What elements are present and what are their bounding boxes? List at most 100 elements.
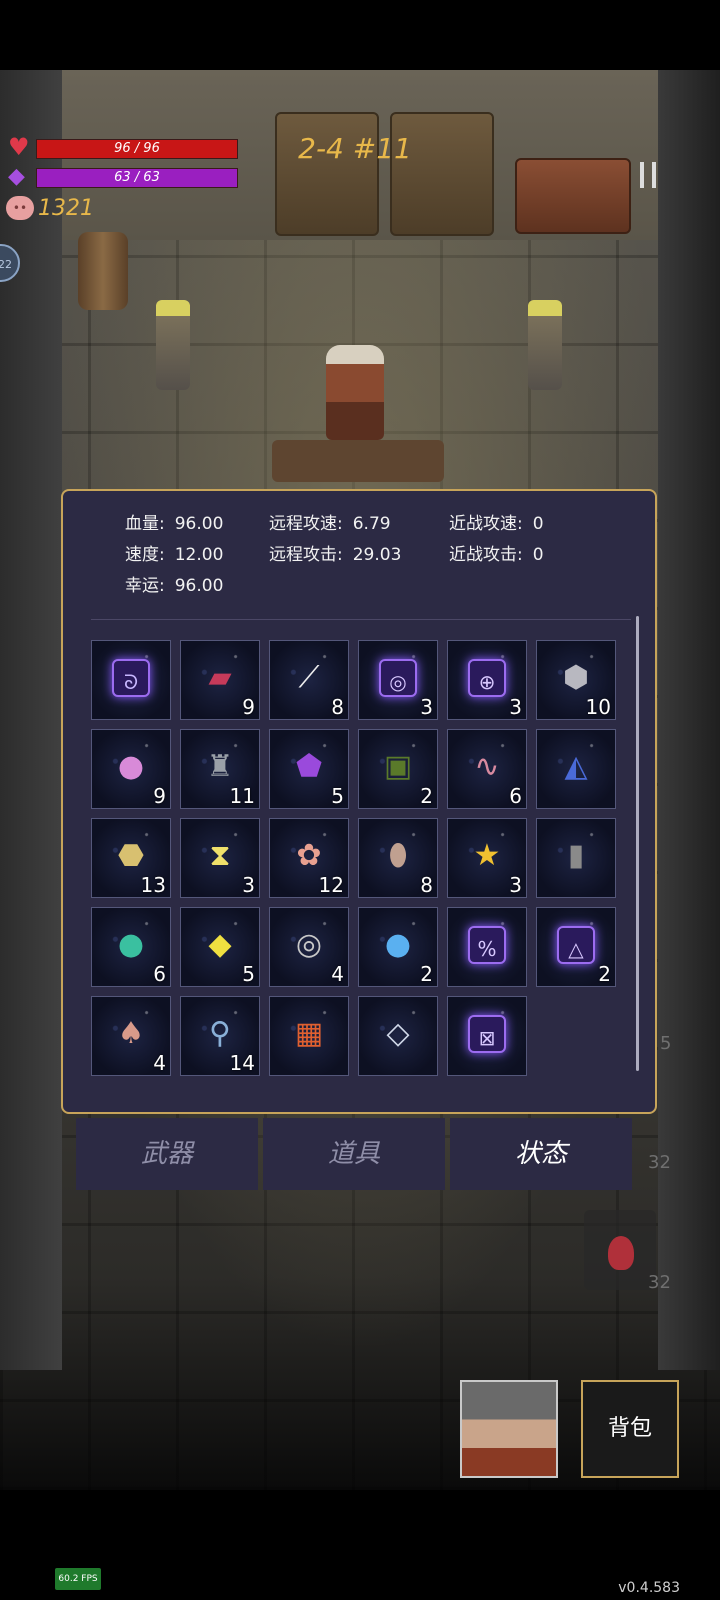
item-count: 4 bbox=[153, 1051, 166, 1075]
inventory-slot[interactable]: ✿ 12 bbox=[269, 818, 349, 898]
rune-spiral-icon: ◎ bbox=[379, 659, 417, 698]
stat-melee-speed: 近战攻速: 0 bbox=[449, 514, 544, 534]
inventory-slot[interactable]: ᘐ bbox=[91, 640, 171, 720]
inventory-slot[interactable]: ◇ bbox=[358, 996, 438, 1076]
purple-shell-icon: ⬟ bbox=[295, 749, 323, 785]
item-count: 13 bbox=[140, 873, 166, 897]
treasure-chest[interactable] bbox=[515, 158, 631, 234]
hp-bar: 96 / 96 bbox=[36, 139, 238, 159]
fps-counter: 60.2 FPS bbox=[55, 1568, 101, 1590]
silver-rings-icon: ◎ bbox=[295, 927, 323, 963]
rune-cross-icon: ⊕ bbox=[468, 659, 506, 698]
bag-button[interactable]: 背包 bbox=[581, 1380, 679, 1478]
inventory-slot[interactable]: ♜ 11 bbox=[180, 729, 260, 809]
fire-book-icon: ▦ bbox=[294, 1016, 324, 1052]
item-count: 8 bbox=[331, 695, 344, 719]
stat-ranged-attack: 远程攻击: 29.03 bbox=[269, 545, 402, 565]
rainbow-orb-icon: ● bbox=[117, 927, 145, 963]
item-count: 3 bbox=[509, 873, 522, 897]
inventory-slot[interactable]: ◎ 3 bbox=[358, 640, 438, 720]
tab-items[interactable]: 道具 bbox=[263, 1118, 445, 1190]
stat-ranged-speed: 远程攻速: 6.79 bbox=[269, 514, 391, 534]
stat-melee-attack: 近战攻击: 0 bbox=[449, 545, 544, 565]
blue-orb-icon: ● bbox=[384, 927, 412, 963]
stat-luck: 幸运: 96.00 bbox=[125, 576, 224, 596]
blue-spellbook-icon: ◭ bbox=[564, 749, 588, 785]
potion-slot[interactable] bbox=[584, 1210, 656, 1290]
bookshelf-right bbox=[390, 112, 494, 236]
mana-gem-icon: ◆ bbox=[8, 164, 25, 189]
version-label: v0.4.583 bbox=[618, 1580, 680, 1596]
shop-table bbox=[272, 440, 444, 482]
tab-weapons[interactable]: 武器 bbox=[76, 1118, 258, 1190]
diamond-box-icon: ◇ bbox=[386, 1016, 410, 1052]
status-panel: 血量: 96.00 速度: 12.00 幸运: 96.00 远程攻速: 6.79 远程攻… bbox=[61, 489, 657, 1114]
background-counter: 5 bbox=[660, 1033, 672, 1054]
item-count: 9 bbox=[153, 784, 166, 808]
item-count: 12 bbox=[318, 873, 344, 897]
item-count: 11 bbox=[229, 784, 255, 808]
scrollbar[interactable] bbox=[636, 616, 639, 1071]
level-indicator: 2-4 #11 bbox=[298, 132, 412, 165]
item-count: 9 bbox=[242, 695, 255, 719]
rune-x-icon: ⊠ bbox=[468, 1015, 506, 1054]
item-count: 6 bbox=[509, 784, 522, 808]
item-count: 14 bbox=[229, 1051, 255, 1075]
worm-icon: ∿ bbox=[474, 749, 500, 785]
inventory-slot[interactable]: ● 2 bbox=[358, 907, 438, 987]
inventory-slot[interactable]: ▣ 2 bbox=[358, 729, 438, 809]
inventory-slot[interactable]: ⬢ 10 bbox=[536, 640, 616, 720]
feather-icon: ⟋ bbox=[298, 660, 320, 696]
coin-count: 1321 bbox=[38, 196, 94, 221]
mushroom-icon: ♠ bbox=[117, 1016, 145, 1052]
inventory-slot[interactable]: ⚲ 14 bbox=[180, 996, 260, 1076]
heart-icon: ♥ bbox=[8, 133, 30, 161]
divider bbox=[91, 619, 631, 620]
inventory-slot[interactable]: ◭ bbox=[536, 729, 616, 809]
inventory-slot[interactable]: % bbox=[447, 907, 527, 987]
inventory-slot[interactable]: ● 9 bbox=[91, 729, 171, 809]
rune-percent-icon: % bbox=[468, 926, 506, 965]
torch-left bbox=[156, 300, 190, 390]
barrel bbox=[78, 232, 128, 310]
torch-right bbox=[528, 300, 562, 390]
inventory-slot[interactable]: ⟋ 8 bbox=[269, 640, 349, 720]
potion-count: 32 bbox=[648, 1272, 671, 1293]
item-count: 10 bbox=[585, 695, 611, 719]
inventory-slot[interactable]: ▰ 9 bbox=[180, 640, 260, 720]
inventory-slot[interactable]: ⬮ 8 bbox=[358, 818, 438, 898]
inventory-slot[interactable]: △ 2 bbox=[536, 907, 616, 987]
inventory-slot[interactable]: ▦ bbox=[269, 996, 349, 1076]
skull-book-icon: ▣ bbox=[383, 749, 413, 785]
inventory-slot[interactable]: ⬣ 13 bbox=[91, 818, 171, 898]
inventory-slot[interactable]: ⬟ 5 bbox=[269, 729, 349, 809]
item-count: 2 bbox=[420, 784, 433, 808]
inventory-slot[interactable]: ⧗ 3 bbox=[180, 818, 260, 898]
stat-hp: 血量: 96.00 bbox=[125, 514, 224, 534]
item-count: 5 bbox=[331, 784, 344, 808]
inventory-slot[interactable]: ▮ bbox=[536, 818, 616, 898]
inventory-slot[interactable]: ◎ 4 bbox=[269, 907, 349, 987]
shopkeeper-npc[interactable] bbox=[326, 345, 384, 440]
pause-button[interactable] bbox=[640, 162, 660, 190]
inventory-slot[interactable]: ● 6 bbox=[91, 907, 171, 987]
rune-hook-icon: ᘐ bbox=[112, 659, 150, 698]
character-portrait[interactable] bbox=[460, 1380, 558, 1478]
item-count: 3 bbox=[242, 873, 255, 897]
inventory-slot[interactable]: ⊕ 3 bbox=[447, 640, 527, 720]
inventory-slot[interactable]: ★ 3 bbox=[447, 818, 527, 898]
item-count: 2 bbox=[598, 962, 611, 986]
inventory-slot[interactable]: ⊠ bbox=[447, 996, 527, 1076]
background-counter: 32 bbox=[648, 1152, 671, 1173]
inventory-slot[interactable]: ♠ 4 bbox=[91, 996, 171, 1076]
stats-section: 血量: 96.00 速度: 12.00 幸运: 96.00 远程攻速: 6.79 远程攻… bbox=[63, 491, 655, 619]
inventory-slot[interactable]: ◆ 5 bbox=[180, 907, 260, 987]
right-wall bbox=[658, 70, 720, 1370]
tab-status[interactable]: 状态 bbox=[450, 1118, 632, 1190]
pink-slime-icon: ● bbox=[117, 749, 145, 785]
inventory-slot[interactable]: ∿ 6 bbox=[447, 729, 527, 809]
item-count: 6 bbox=[153, 962, 166, 986]
mp-bar: 63 / 63 bbox=[36, 168, 238, 188]
stat-speed: 速度: 12.00 bbox=[125, 545, 224, 565]
item-count: 2 bbox=[420, 962, 433, 986]
